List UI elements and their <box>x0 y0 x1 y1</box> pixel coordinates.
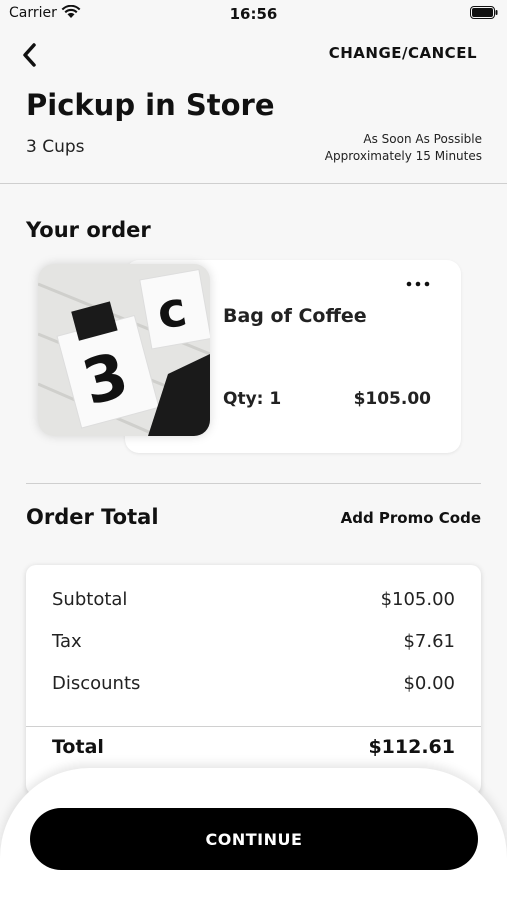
pickup-eta: As Soon As Possible Approximately 15 Min… <box>325 131 482 165</box>
total-value: $112.61 <box>368 736 455 758</box>
item-more-button[interactable] <box>404 274 432 294</box>
discounts-label: Discounts <box>52 673 141 694</box>
add-promo-code-button[interactable]: Add Promo Code <box>341 509 481 527</box>
product-name: Bag of Coffee <box>223 305 367 327</box>
product-price: $105.00 <box>353 389 431 409</box>
product-image: 3 c <box>38 264 210 436</box>
product-quantity: Qty: 1 <box>223 389 282 409</box>
summary-divider <box>26 726 481 727</box>
chevron-left-icon <box>23 43 36 67</box>
clock-time: 16:56 <box>229 5 278 23</box>
status-bar: Carrier 16:56 <box>0 0 507 30</box>
battery-icon <box>470 6 498 19</box>
eta-line-1: As Soon As Possible <box>363 132 482 146</box>
order-total-heading: Order Total <box>26 505 159 529</box>
cups-count: 3 Cups <box>26 137 85 157</box>
header-divider <box>0 183 507 184</box>
your-order-heading: Your order <box>26 218 151 242</box>
subtotal-value: $105.00 <box>380 589 455 610</box>
back-button[interactable] <box>18 40 44 70</box>
subtotal-label: Subtotal <box>52 589 128 610</box>
change-cancel-button[interactable]: CHANGE/CANCEL <box>329 44 477 62</box>
discounts-value: $0.00 <box>403 673 455 694</box>
tax-label: Tax <box>52 631 82 652</box>
total-label: Total <box>52 736 104 758</box>
eta-line-2: Approximately 15 Minutes <box>324 149 482 163</box>
order-divider <box>26 483 481 484</box>
tax-value: $7.61 <box>403 631 455 652</box>
page-title: Pickup in Store <box>26 88 275 122</box>
more-horizontal-icon <box>406 281 430 287</box>
continue-button[interactable]: CONTINUE <box>30 808 478 870</box>
